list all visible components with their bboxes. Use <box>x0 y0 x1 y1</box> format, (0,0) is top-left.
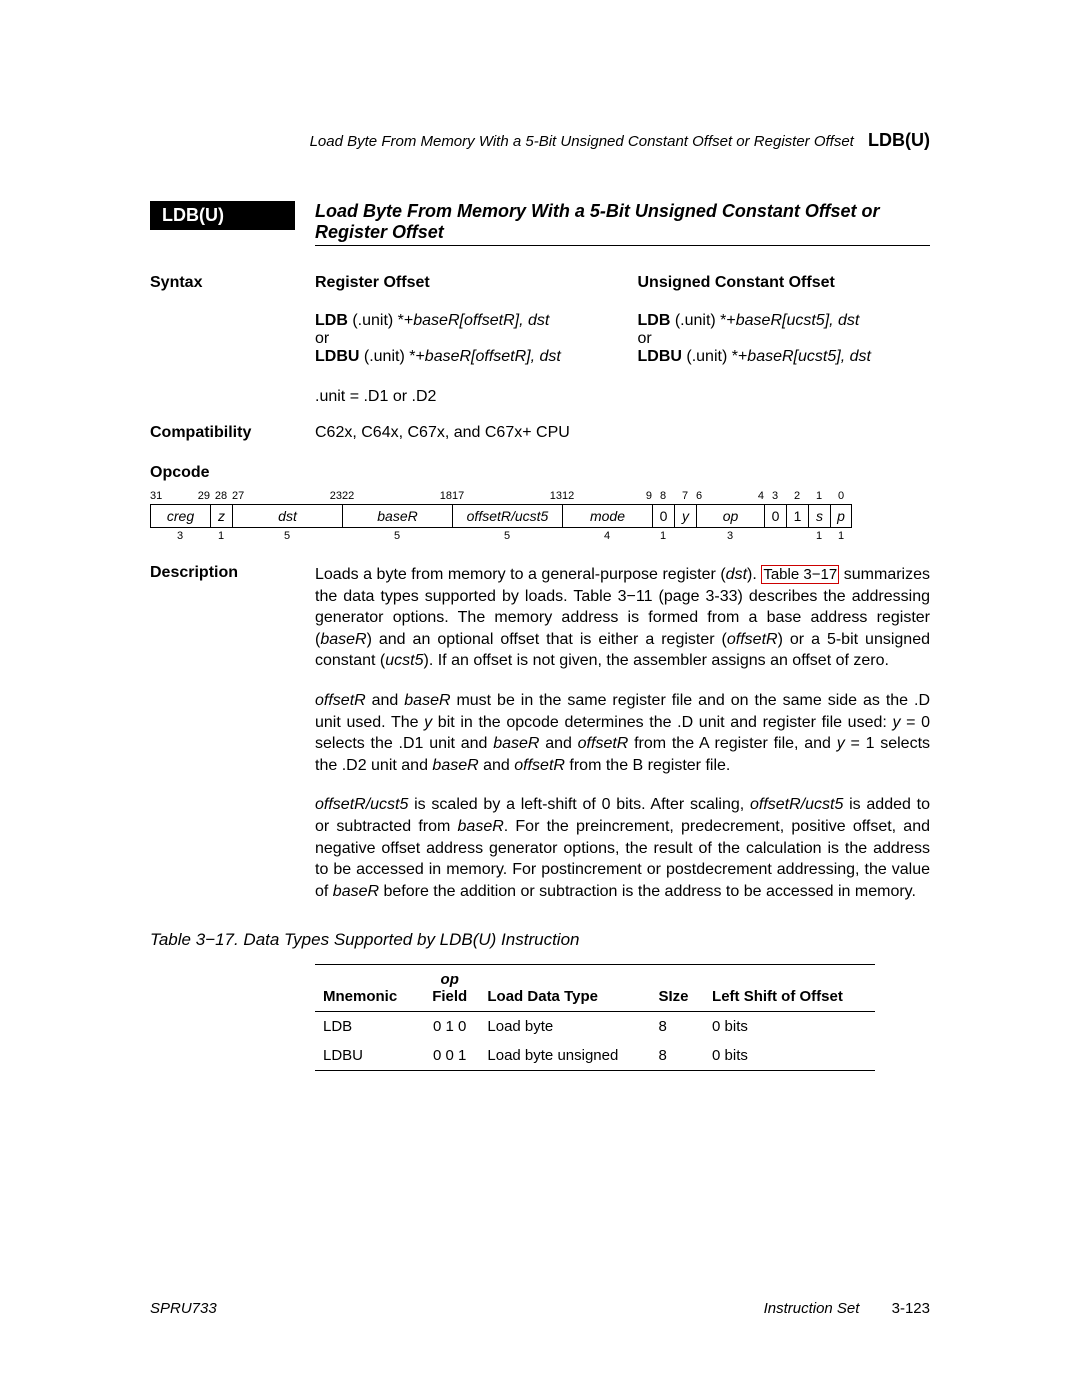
field-dst: dst <box>232 504 342 528</box>
w-p: 1 <box>830 528 852 542</box>
footer-page: 3-123 <box>892 1300 930 1317</box>
ldb-arg: baseR[offsetR] <box>413 312 519 329</box>
th-load: Load Data Type <box>479 965 650 1012</box>
running-head-tag: LDB(U) <box>868 130 930 150</box>
instruction-badge: LDB(U) <box>150 201 295 230</box>
w-dst: 5 <box>232 528 342 542</box>
bit-31: 31 <box>150 490 162 502</box>
register-offset-heading: Register Offset <box>315 274 608 292</box>
ldbu-arg: baseR[offsetR] <box>425 348 531 365</box>
field-creg: creg <box>150 504 210 528</box>
ldbu-end: , dst <box>531 348 561 365</box>
field-baseR: baseR <box>342 504 452 528</box>
ldbu-u-end: , dst <box>841 348 871 365</box>
ldb-u-kw: LDB <box>638 312 671 329</box>
field-mode: mode <box>562 504 652 528</box>
compat-section: Compatibility C62x, C64x, C67x, and C67x… <box>150 424 930 442</box>
instruction-title: Load Byte From Memory With a 5-Bit Unsig… <box>315 201 930 246</box>
or-text-2: or <box>638 330 931 348</box>
unsigned-offset-heading: Unsigned Constant Offset <box>638 274 931 292</box>
ldbu-u-mid: (.unit) *+ <box>682 348 747 365</box>
w-op: 3 <box>696 528 764 542</box>
desc-p2: offsetR and baseR must be in the same re… <box>315 690 930 776</box>
ldb-end: , dst <box>519 312 549 329</box>
th-mnemonic: Mnemonic <box>315 965 420 1012</box>
bit-3: 3 <box>764 490 786 504</box>
bit-0: 0 <box>830 490 852 504</box>
w-r: 1 <box>652 528 674 542</box>
running-head: Load Byte From Memory With a 5-Bit Unsig… <box>150 130 930 151</box>
bit-6: 6 <box>696 490 702 502</box>
data-types-table: Mnemonic op Field Load Data Type SIze Le… <box>315 964 875 1071</box>
table-link[interactable]: Table 3−17 <box>761 565 839 584</box>
unit-line: .unit = .D1 or .D2 <box>315 388 608 406</box>
w-z: 1 <box>210 528 232 542</box>
bit-12: 12 <box>562 490 574 502</box>
bit-27: 27 <box>232 490 244 502</box>
description-label: Description <box>150 564 315 920</box>
bit-28: 28 <box>210 490 232 504</box>
w-mode: 4 <box>562 528 652 542</box>
page: Load Byte From Memory With a 5-Bit Unsig… <box>0 0 1080 1397</box>
bit-13: 13 <box>550 490 562 502</box>
description-section: Description Loads a byte from memory to … <box>150 564 930 920</box>
field-offset: offsetR/ucst5 <box>452 504 562 528</box>
ldb-u-end: , dst <box>829 312 859 329</box>
field-c1: 1 <box>786 504 808 528</box>
footer-docid: SPRU733 <box>150 1300 217 1317</box>
desc-p1: Loads a byte from memory to a general-pu… <box>315 564 930 672</box>
bit-22: 22 <box>342 490 354 502</box>
bit-2: 2 <box>786 490 808 504</box>
bit-23: 23 <box>330 490 342 502</box>
bit-1: 1 <box>808 490 830 504</box>
th-opfield: op Field <box>420 965 479 1012</box>
ldbu-mid: (.unit) *+ <box>359 348 424 365</box>
opcode-diagram: 3129 28 2723 2218 1713 129 8 7 64 3 2 1 … <box>150 490 930 542</box>
unsigned-offset-col: Unsigned Constant Offset LDB (.unit) *+b… <box>638 274 931 406</box>
table-row: LDB 0 1 0 Load byte 8 0 bits <box>315 1012 875 1042</box>
opcode-label: Opcode <box>150 464 930 482</box>
field-y: y <box>674 504 696 528</box>
footer: SPRU733 Instruction Set 3-123 <box>150 1300 930 1317</box>
field-s: s <box>808 504 830 528</box>
table-caption: Table 3−17. Data Types Supported by LDB(… <box>150 930 930 950</box>
th-shift: Left Shift of Offset <box>704 965 875 1012</box>
bit-17: 17 <box>452 490 464 502</box>
or-text: or <box>315 330 608 348</box>
ldbu-kw: LDBU <box>315 348 359 365</box>
ldbu-u-kw: LDBU <box>638 348 682 365</box>
w-s: 1 <box>808 528 830 542</box>
compat-label: Compatibility <box>150 424 315 442</box>
ldbu-u-arg: baseR[ucst5] <box>747 348 840 365</box>
syntax-section: Syntax Register Offset LDB (.unit) *+bas… <box>150 274 930 406</box>
running-head-text: Load Byte From Memory With a 5-Bit Unsig… <box>310 133 854 150</box>
ldb-mid: (.unit) *+ <box>348 312 413 329</box>
ldb-kw: LDB <box>315 312 348 329</box>
field-c01: 0 <box>764 504 786 528</box>
w-baseR: 5 <box>342 528 452 542</box>
th-size: SIze <box>650 965 704 1012</box>
bit-8: 8 <box>652 490 674 504</box>
w-off: 5 <box>452 528 562 542</box>
field-p: p <box>830 504 852 528</box>
footer-section: Instruction Set <box>764 1300 860 1317</box>
ldb-u-mid: (.unit) *+ <box>670 312 735 329</box>
bit-18: 18 <box>440 490 452 502</box>
bit-29: 29 <box>198 490 210 502</box>
register-offset-col: Register Offset LDB (.unit) *+baseR[offs… <box>315 274 608 406</box>
instruction-header: LDB(U) Load Byte From Memory With a 5-Bi… <box>150 201 930 246</box>
w-creg: 3 <box>150 528 210 542</box>
desc-p3: offsetR/ucst5 is scaled by a left-shift … <box>315 794 930 902</box>
compat-text: C62x, C64x, C67x, and C67x+ CPU <box>315 424 930 442</box>
field-z: z <box>210 504 232 528</box>
syntax-label: Syntax <box>150 274 315 406</box>
field-r: 0 <box>652 504 674 528</box>
field-op: op <box>696 504 764 528</box>
table-row: LDBU 0 0 1 Load byte unsigned 8 0 bits <box>315 1041 875 1071</box>
bit-7: 7 <box>674 490 696 504</box>
ldb-u-arg: baseR[ucst5] <box>736 312 829 329</box>
